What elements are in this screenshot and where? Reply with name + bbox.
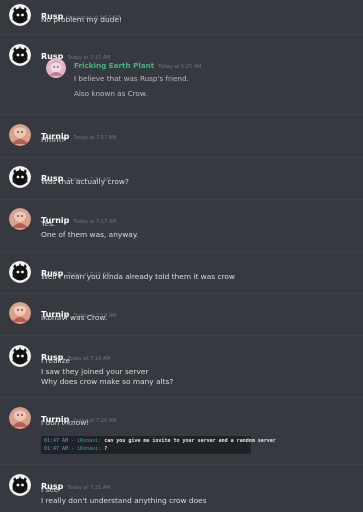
message-line: iKonavi was Crow. <box>41 313 108 322</box>
quoted-line: Also known as Crow. <box>74 89 148 98</box>
message-line: Yes. <box>41 219 56 228</box>
message-divider <box>0 199 363 200</box>
message-line: No problem my dude! <box>41 15 122 24</box>
quoted-author-name[interactable]: Fricking Earth Plant <box>74 61 154 70</box>
log-line: 01:47 AM - iKonavi: can you give me invi… <box>44 438 276 444</box>
log-user: iKonavi <box>77 438 99 444</box>
quoted-author[interactable]: Fricking Earth Plant Today at 6:25 AM <box>74 61 201 70</box>
quoted-timestamp: Today at 6:25 AM <box>158 64 202 70</box>
message-body: Well I mean you kinda already told them … <box>41 272 356 283</box>
message-body: I see I really don't understand anything … <box>41 485 356 506</box>
message-body: I don't know! <box>41 418 356 429</box>
rusp-avatar-icon[interactable] <box>9 474 31 496</box>
log-time: 01:47 AM <box>44 438 69 444</box>
turnip-avatar-icon[interactable] <box>9 124 31 146</box>
message-line: I realize <box>41 356 71 365</box>
message-body: Hmm? <box>41 135 356 146</box>
message-body: I realize I saw they joined your server Wh… <box>41 356 356 388</box>
message-divider <box>0 157 363 158</box>
message-divider <box>0 293 363 294</box>
message-divider <box>0 34 363 35</box>
rusp-avatar-icon[interactable] <box>9 166 31 188</box>
message-divider <box>0 464 363 465</box>
log-text: can you give me invite to your server an… <box>104 438 276 444</box>
chat-log: Rusp Yesterday at 6:53 AM No problem my du… <box>0 0 363 512</box>
message-line: I really don't understand anything crow … <box>41 495 207 505</box>
message-line: Well I mean you kinda already told them … <box>41 272 235 281</box>
message-line: I saw they joined your server <box>41 366 149 376</box>
turnip-avatar-icon[interactable] <box>9 302 31 324</box>
message-body: Yes. One of them was, anyway. <box>41 219 356 240</box>
rusp-avatar-icon[interactable] <box>9 345 31 367</box>
message-line: Why does crow make so many alts? <box>41 377 174 387</box>
rusp-avatar-icon[interactable] <box>9 44 31 66</box>
quoted-line: I believe that was Rusp's friend. <box>74 74 189 83</box>
message-divider <box>0 251 363 252</box>
message-line: Was that actually crow? <box>41 177 129 186</box>
log-user: iKonavi <box>77 446 99 452</box>
chat-log-screenshot: 01:47 AM - iKonavi: can you give me invi… <box>41 436 276 454</box>
turnip-avatar-icon[interactable] <box>9 407 31 429</box>
log-time: 01:47 AM <box>44 446 69 452</box>
earth-plant-avatar-icon[interactable] <box>46 58 66 78</box>
rusp-avatar-icon[interactable] <box>9 261 31 283</box>
log-separator: - <box>68 438 78 444</box>
quoted-message: Fricking Earth Plant Today at 6:25 AM I be… <box>41 58 241 108</box>
message-line: Hmm? <box>41 135 65 144</box>
message-line: One of them was, anyway. <box>41 229 139 239</box>
message-line: I see <box>41 485 59 494</box>
message-body: No problem my dude! <box>41 15 356 26</box>
log-text: ? <box>104 446 108 452</box>
log-separator: - <box>68 446 78 452</box>
log-line: 01:47 AM - iKonavi: ? <box>44 446 107 452</box>
message-body: iKonavi was Crow. <box>41 313 356 324</box>
rusp-avatar-icon[interactable] <box>9 4 31 26</box>
turnip-avatar-icon[interactable] <box>9 208 31 230</box>
message-divider <box>0 335 363 336</box>
message-divider <box>0 114 363 115</box>
message-line: I don't know! <box>41 418 90 427</box>
message-body: Was that actually crow? <box>41 177 356 188</box>
message-divider <box>0 397 363 398</box>
